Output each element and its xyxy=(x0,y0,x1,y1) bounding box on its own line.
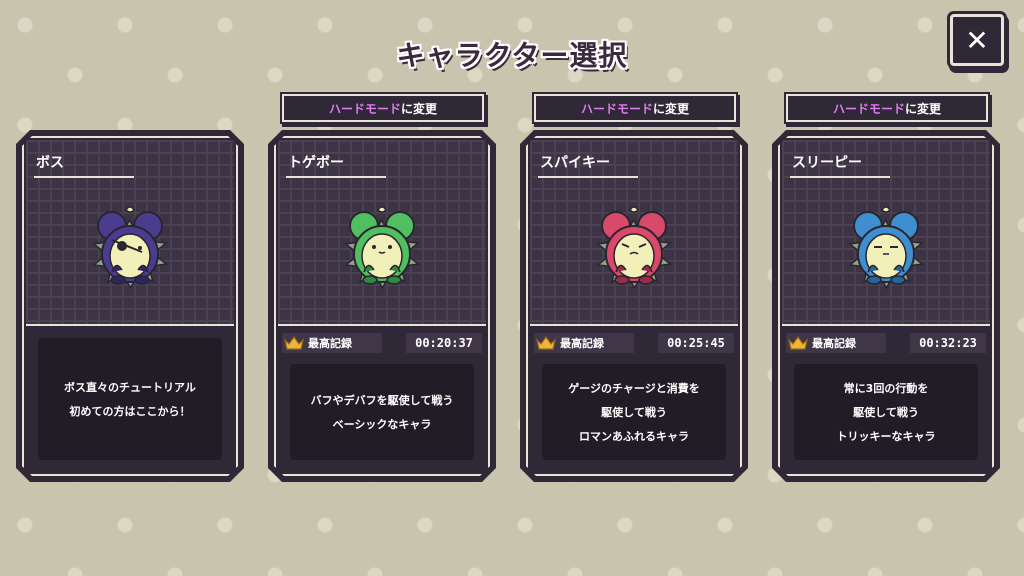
character-description: バフやデバフを駆使して戦う ベーシックなキャラ xyxy=(290,364,474,460)
hedgehog-blue-icon xyxy=(838,200,934,296)
character-name: スパイキー xyxy=(540,155,610,171)
character-card-boss[interactable]: ボス ボス直々のチュートリアル 初めての方はここから！ xyxy=(16,130,244,482)
character-card-sleepy[interactable]: スリーピー 最高記録 00:32:23 常に3回の行動を 駆使して戦う トリッキ… xyxy=(772,130,1000,482)
best-record: 最高記録 00:20:37 xyxy=(282,332,482,354)
crown-icon xyxy=(284,335,304,351)
character-name: ボス xyxy=(36,155,64,171)
best-record: 最高記録 00:25:45 xyxy=(534,332,734,354)
character-description: ゲージのチャージと消費を 駆使して戦う ロマンあふれるキャラ xyxy=(542,364,726,460)
record-time: 00:25:45 xyxy=(658,333,734,353)
character-portrait: スリーピー xyxy=(782,140,990,326)
hedgehog-red-icon xyxy=(586,200,682,296)
hard-mode-button-spiky[interactable]: ハードモード に変更 xyxy=(534,94,736,122)
character-portrait: スパイキー xyxy=(530,140,738,326)
character-portrait: トゲボー xyxy=(278,140,486,326)
crown-icon xyxy=(536,335,556,351)
record-time: 00:20:37 xyxy=(406,333,482,353)
hedgehog-green-icon xyxy=(334,200,430,296)
screen-title: キャラクター選択 xyxy=(396,39,628,72)
character-description: 常に3回の行動を 駆使して戦う トリッキーなキャラ xyxy=(794,364,978,460)
character-name: スリーピー xyxy=(792,155,862,171)
crown-icon xyxy=(788,335,808,351)
record-time: 00:32:23 xyxy=(910,333,986,353)
hard-mode-button-togebo[interactable]: ハードモード に変更 xyxy=(282,94,484,122)
character-card-spiky[interactable]: スパイキー 最高記録 00:25:45 ゲージのチャージと消費を 駆使して戦う … xyxy=(520,130,748,482)
character-card-togebo[interactable]: トゲボー 最高記録 00:20:37 バフやデバフを駆使して戦う ベーシックなキ… xyxy=(268,130,496,482)
best-record: 最高記録 00:32:23 xyxy=(786,332,986,354)
close-icon: ✕ xyxy=(965,23,989,57)
character-portrait: ボス xyxy=(26,140,234,326)
character-name: トゲボー xyxy=(288,155,344,171)
hedgehog-boss-icon xyxy=(82,200,178,296)
character-description: ボス直々のチュートリアル 初めての方はここから！ xyxy=(38,338,222,460)
close-button[interactable]: ✕ xyxy=(950,14,1004,66)
hard-mode-button-sleepy[interactable]: ハードモード に変更 xyxy=(786,94,988,122)
